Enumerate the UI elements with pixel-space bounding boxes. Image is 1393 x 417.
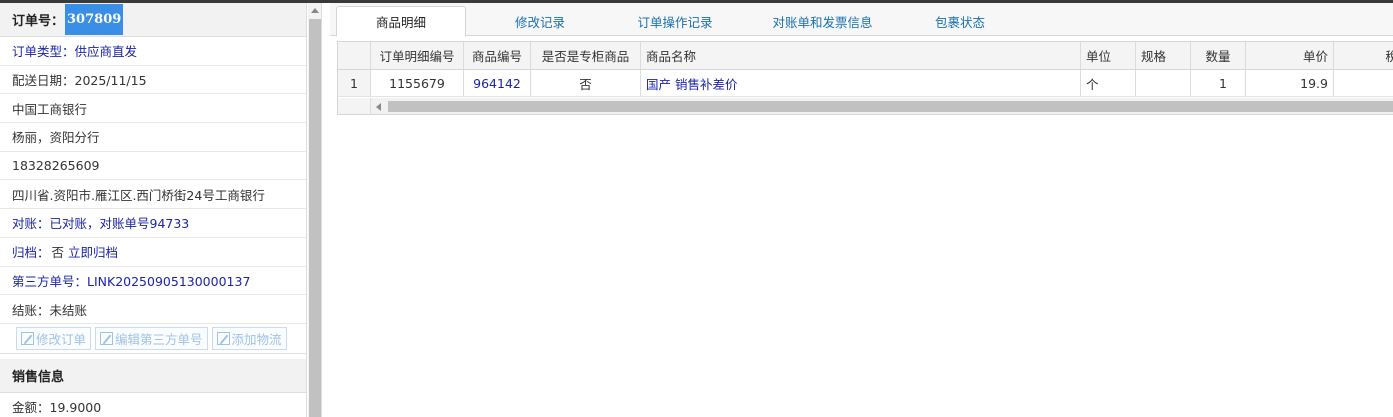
scrollbar-thumb[interactable] <box>309 19 321 417</box>
order-detail-panel: 订单号： 307809 订单类型：供应商直发 配送日期：2025/11/15 中国… <box>0 3 307 417</box>
col-header-spec[interactable]: 规格 <box>1136 42 1191 69</box>
archive-row: 归档： 否 立即归档 <box>0 238 306 267</box>
sales-info-header: 销售信息 <box>0 358 306 393</box>
col-header-index <box>338 42 371 69</box>
order-number-label: 订单号： <box>12 14 65 29</box>
scrollbar-corner <box>338 98 371 114</box>
tab-statement-invoice[interactable]: 对账单和发票信息 <box>750 6 895 36</box>
edit-order-button[interactable]: 修改订单 <box>16 326 92 350</box>
edit-third-party-button[interactable]: 编辑第三方单号 <box>95 326 208 350</box>
col-header-product-id[interactable]: 商品编号 <box>464 42 531 69</box>
reconciliation-row: 对账：已对账，对账单号94733 <box>0 209 306 238</box>
tab-product-details[interactable]: 商品明细 <box>336 6 466 37</box>
tab-order-operation-log[interactable]: 订单操作记录 <box>620 6 730 36</box>
archive-value: 否 <box>51 245 65 261</box>
edit-icon <box>21 331 34 345</box>
col-header-tax[interactable]: 稅 <box>1334 42 1393 69</box>
customer-name-row: 中国工商银行 <box>0 94 306 124</box>
col-header-unit[interactable]: 单位 <box>1081 42 1136 69</box>
order-number[interactable]: 307809 <box>65 4 124 35</box>
cell-unit-price: 19.9 <box>1246 70 1334 96</box>
col-header-unit-price[interactable]: 单价 <box>1246 42 1334 69</box>
order-header: 订单号： 307809 <box>0 3 306 37</box>
contact-row: 杨丽，资阳分行 <box>0 123 306 152</box>
scroll-up-icon[interactable] <box>311 8 319 13</box>
edit-icon <box>100 331 114 345</box>
address-row: 四川省.资阳市.雁江区.西门桥街24号工商银行 <box>0 180 306 210</box>
edit-order-label: 修改订单 <box>36 331 87 347</box>
tab-package-status[interactable]: 包裹状态 <box>910 6 1010 36</box>
grid-header: 订单明细编号 商品编号 是否是专柜商品 商品名称 单位 规格 数量 单价 稅 <box>338 42 1393 70</box>
col-header-detail-id[interactable]: 订单明细编号 <box>371 42 464 69</box>
col-header-quantity[interactable]: 数量 <box>1191 42 1246 69</box>
edit-third-party-label: 编辑第三方单号 <box>115 331 203 347</box>
settlement-row: 结账：未结账 <box>0 295 306 324</box>
add-logistics-label: 添加物流 <box>231 331 282 347</box>
cell-counter-product: 否 <box>531 70 641 96</box>
cell-product-name-link[interactable]: 国产 销售补差价 <box>641 70 1081 96</box>
cell-spec <box>1136 70 1191 96</box>
product-grid: 订单明细编号 商品编号 是否是专柜商品 商品名称 单位 规格 数量 单价 稅 1… <box>337 41 1393 115</box>
tab-bar: 商品明细 修改记录 订单操作记录 对账单和发票信息 包裹状态 <box>330 3 1393 37</box>
archive-now-link[interactable]: 立即归档 <box>68 242 118 261</box>
add-logistics-button[interactable]: 添加物流 <box>211 326 287 350</box>
cell-tax <box>1334 70 1393 96</box>
cell-unit: 个 <box>1081 70 1136 96</box>
cell-quantity: 1 <box>1191 70 1246 96</box>
cell-product-id-link[interactable]: 964142 <box>464 70 531 96</box>
col-header-product-name[interactable]: 商品名称 <box>641 42 1081 69</box>
action-buttons: 修改订单 编辑第三方单号 添加物流 <box>0 324 306 354</box>
tab-change-log[interactable]: 修改记录 <box>490 6 590 36</box>
order-type-row: 订单类型：供应商直发 <box>0 37 306 66</box>
phone-row: 18328265609 <box>0 152 306 181</box>
left-panel-scrollbar[interactable] <box>308 3 322 417</box>
cell-detail-id: 1155679 <box>371 70 464 96</box>
table-row[interactable]: 1 1155679 964142 否 国产 销售补差价 个 1 19.9 <box>338 70 1393 97</box>
third-party-number-row: 第三方单号：LINK20250905130000137 <box>0 267 306 296</box>
scroll-left-icon[interactable] <box>376 103 381 111</box>
horizontal-scrollbar-thumb[interactable] <box>388 101 1393 112</box>
detail-tabs-area: 商品明细 修改记录 订单操作记录 对账单和发票信息 包裹状态 订单明细编号 商品… <box>330 3 1393 417</box>
edit-icon <box>216 331 230 345</box>
amount-row: 金额：19.9000 <box>0 393 306 417</box>
col-header-counter-product[interactable]: 是否是专柜商品 <box>531 42 641 69</box>
row-index: 1 <box>338 70 371 96</box>
delivery-date-row: 配送日期：2025/11/15 <box>0 66 306 95</box>
archive-label: 归档： <box>12 245 50 261</box>
grid-horizontal-scrollbar[interactable] <box>338 98 1393 114</box>
